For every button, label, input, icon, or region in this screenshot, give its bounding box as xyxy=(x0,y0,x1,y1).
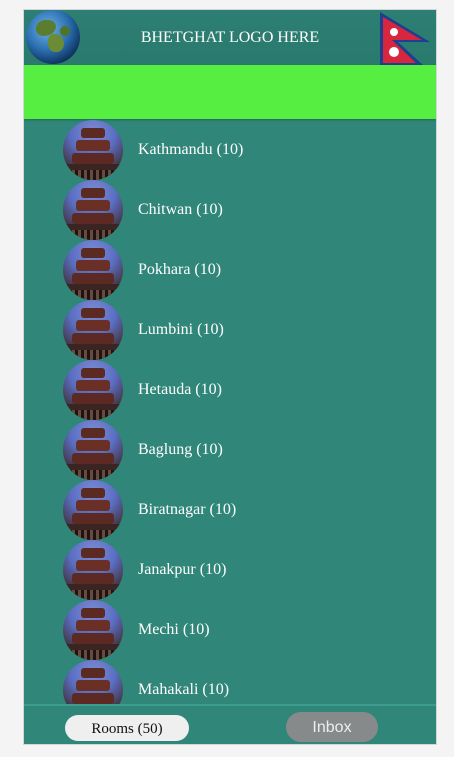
list-item[interactable]: Janakpur (10) xyxy=(24,540,436,600)
green-banner xyxy=(24,65,436,119)
list-item[interactable]: Mechi (10) xyxy=(24,600,436,660)
list-item[interactable]: Baglung (10) xyxy=(24,420,436,480)
room-label: Baglung (10) xyxy=(138,441,223,458)
room-avatar xyxy=(63,540,123,600)
app-title: BHETGHAT LOGO HERE xyxy=(140,29,320,46)
room-label: Mechi (10) xyxy=(138,621,210,638)
room-label: Pokhara (10) xyxy=(138,261,222,278)
nepal-flag-icon xyxy=(380,12,430,66)
list-item[interactable]: Pokhara (10) xyxy=(24,240,436,300)
room-label: Lumbini (10) xyxy=(138,321,224,338)
room-avatar xyxy=(63,420,123,480)
header: BHETGHAT LOGO HERE xyxy=(24,10,436,66)
room-avatar xyxy=(63,240,123,300)
room-avatar xyxy=(63,660,123,705)
list-item[interactable]: Mahakali (10) xyxy=(24,660,436,705)
list-item[interactable]: Biratnagar (10) xyxy=(24,480,436,540)
room-label: Chitwan (10) xyxy=(138,201,223,218)
room-label: Janakpur (10) xyxy=(138,561,227,578)
globe-icon xyxy=(26,10,80,64)
list-item[interactable]: Hetauda (10) xyxy=(24,360,436,420)
rooms-button[interactable]: Rooms (50) xyxy=(65,715,189,741)
list-item[interactable]: Chitwan (10) xyxy=(24,180,436,240)
room-list[interactable]: Kathmandu (10) Chitwan (10) Pokhara (10) Lu… xyxy=(24,120,436,705)
room-avatar xyxy=(63,480,123,540)
room-avatar xyxy=(63,120,123,180)
room-avatar xyxy=(63,180,123,240)
app-frame: BHETGHAT LOGO HERE Kathmandu (10) Chitwan… xyxy=(23,9,437,745)
room-avatar xyxy=(63,360,123,420)
list-item[interactable]: Lumbini (10) xyxy=(24,300,436,360)
room-avatar xyxy=(63,600,123,660)
room-label: Biratnagar (10) xyxy=(138,501,237,518)
room-label: Hetauda (10) xyxy=(138,381,222,398)
inbox-button[interactable]: Inbox xyxy=(286,712,378,742)
list-item[interactable]: Kathmandu (10) xyxy=(24,120,436,180)
room-label: Mahakali (10) xyxy=(138,681,230,698)
room-label: Kathmandu (10) xyxy=(138,141,244,158)
room-avatar xyxy=(63,300,123,360)
footer-bar: Rooms (50) Inbox xyxy=(24,704,436,744)
